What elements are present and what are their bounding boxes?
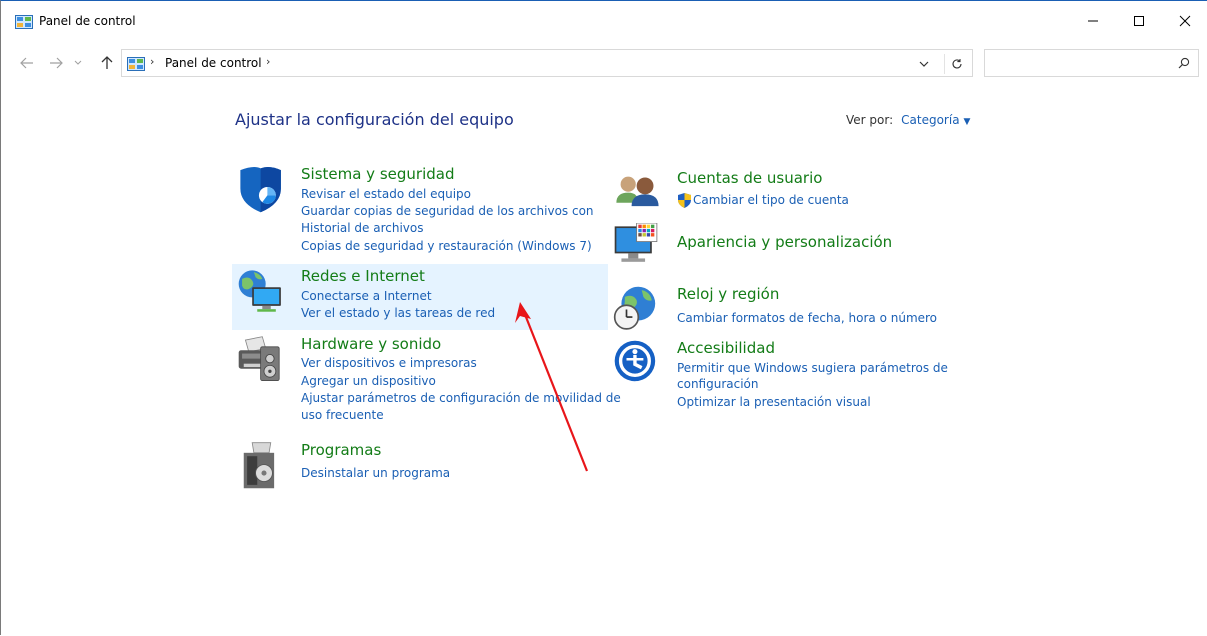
control-panel-icon	[15, 15, 33, 29]
breadcrumb-separator[interactable]: ›	[266, 55, 270, 68]
link-connect-internet[interactable]: Conectarse a Internet	[301, 288, 432, 305]
window-title: Panel de control	[39, 14, 136, 28]
caret-down-icon[interactable]: ▼	[964, 117, 971, 127]
up-button[interactable]	[97, 53, 117, 73]
link-network-status[interactable]: Ver el estado y las tareas de red	[301, 305, 495, 322]
recent-locations-button[interactable]	[72, 53, 84, 73]
link-backup-restore[interactable]: Copias de seguridad y restauración (Wind…	[301, 238, 592, 255]
link-devices-printers[interactable]: Ver dispositivos e impresoras	[301, 355, 477, 372]
forward-button[interactable]	[46, 53, 66, 73]
link-change-account-type[interactable]: Cambiar el tipo de cuenta	[693, 192, 849, 209]
accessibility-title[interactable]: Accesibilidad	[677, 339, 775, 357]
clock-globe-icon[interactable]	[613, 285, 667, 339]
maximize-button[interactable]	[1116, 1, 1162, 41]
page-heading: Ajustar la configuración del equipo	[235, 110, 514, 129]
navigation-bar: › Panel de control ›	[1, 47, 1207, 79]
link-uninstall-program[interactable]: Desinstalar un programa	[301, 465, 450, 482]
monitor-palette-icon[interactable]	[613, 223, 667, 277]
hardware-sound-title[interactable]: Hardware y sonido	[301, 335, 441, 353]
view-by-dropdown[interactable]: Categoría	[901, 113, 959, 127]
appearance-title[interactable]: Apariencia y personalización	[677, 233, 892, 251]
arrow-left-icon	[20, 57, 33, 69]
refresh-icon	[951, 59, 962, 69]
programs-title[interactable]: Programas	[301, 441, 381, 459]
user-accounts-title[interactable]: Cuentas de usuario	[677, 169, 822, 187]
link-add-device[interactable]: Agregar un dispositivo	[301, 373, 436, 390]
control-panel-window: Panel de control › Panel de control › Aj…	[0, 0, 1207, 635]
shield-icon[interactable]	[237, 165, 291, 219]
link-backup-files[interactable]: Guardar copias de seguridad de los archi…	[301, 203, 594, 220]
users-icon[interactable]	[613, 169, 667, 223]
link-mobility-settings-cont[interactable]: uso frecuente	[301, 407, 384, 424]
search-input[interactable]	[989, 53, 1169, 73]
address-bar[interactable]: › Panel de control ›	[121, 49, 973, 77]
link-change-formats[interactable]: Cambiar formatos de fecha, hora o número	[677, 310, 937, 327]
link-windows-suggest-cont[interactable]: configuración	[677, 376, 759, 393]
breadcrumb-separator[interactable]: ›	[150, 55, 154, 68]
system-security-title[interactable]: Sistema y seguridad	[301, 165, 454, 183]
address-dropdown-button[interactable]	[914, 54, 934, 74]
link-mobility-settings[interactable]: Ajustar parámetros de configuración de m…	[301, 390, 621, 407]
breadcrumb-control-panel[interactable]: Panel de control	[165, 56, 262, 70]
maximize-icon	[1134, 16, 1144, 26]
link-windows-suggest[interactable]: Permitir que Windows sugiera parámetros …	[677, 360, 948, 377]
clock-region-title[interactable]: Reloj y región	[677, 285, 779, 303]
uac-shield-icon	[678, 193, 691, 208]
control-panel-icon	[127, 57, 145, 71]
arrow-up-icon	[101, 56, 113, 69]
back-button[interactable]	[17, 53, 37, 73]
chevron-down-icon	[919, 61, 929, 67]
link-review-status[interactable]: Revisar el estado del equipo	[301, 186, 471, 203]
network-globe-icon[interactable]	[237, 267, 291, 321]
search-box[interactable]	[984, 49, 1199, 77]
printer-speaker-icon[interactable]	[237, 335, 291, 389]
minimize-button[interactable]	[1070, 1, 1116, 41]
arrow-right-icon	[50, 57, 63, 69]
refresh-button[interactable]	[944, 54, 968, 74]
network-internet-title[interactable]: Redes e Internet	[301, 267, 425, 285]
close-button[interactable]	[1162, 1, 1207, 41]
close-icon	[1179, 15, 1191, 27]
view-by: Ver por: Categoría ▼	[846, 113, 970, 127]
link-optimize-display[interactable]: Optimizar la presentación visual	[677, 394, 871, 411]
programs-box-icon[interactable]	[237, 441, 291, 495]
chevron-down-icon	[74, 60, 82, 65]
view-by-label: Ver por:	[846, 113, 894, 127]
minimize-icon	[1088, 20, 1098, 22]
search-icon[interactable]	[1178, 57, 1190, 69]
title-bar: Panel de control	[1, 1, 1207, 41]
link-file-history[interactable]: Historial de archivos	[301, 220, 424, 237]
accessibility-icon[interactable]	[613, 339, 667, 393]
